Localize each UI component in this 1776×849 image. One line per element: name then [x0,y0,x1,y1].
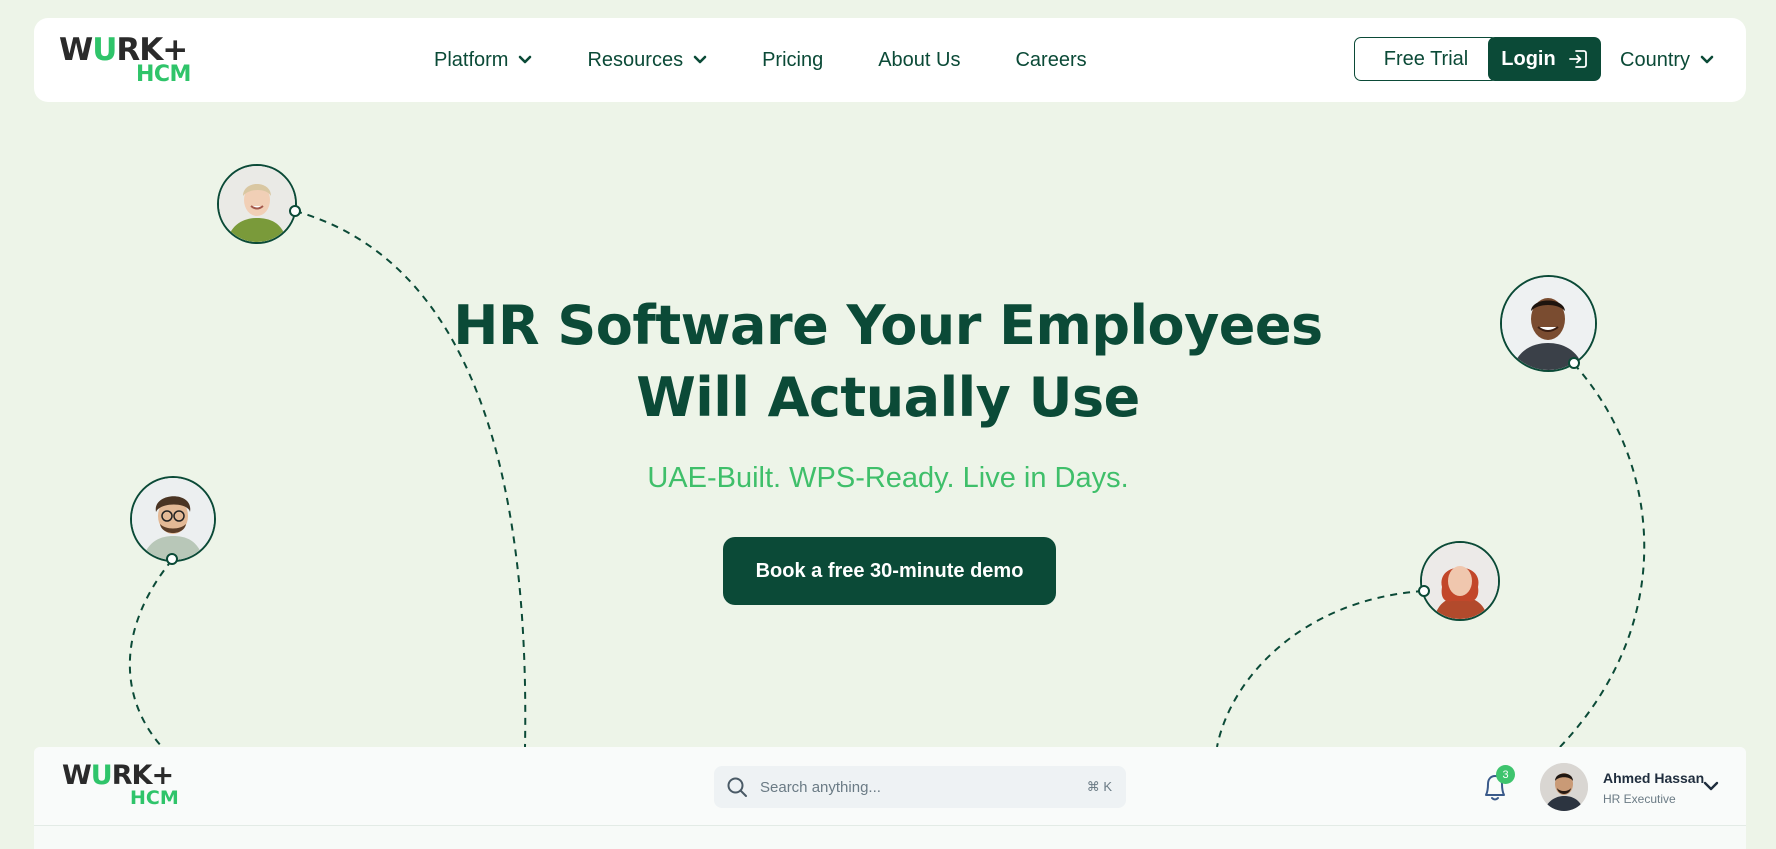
notification-count-badge: 3 [1496,765,1515,784]
book-demo-button[interactable]: Book a free 30-minute demo [723,537,1056,605]
user-avatar[interactable] [1540,763,1588,811]
connector-node [166,553,178,565]
app-preview-screenshot: WURK+ HCM Search anything... ⌘ K 3 Ahmed… [34,747,1746,849]
hero-subheadline: UAE-Built. WPS-Ready. Live in Days. [647,462,1129,494]
app-preview-topbar: WURK+ HCM Search anything... ⌘ K 3 Ahmed… [34,747,1746,826]
user-role: HR Executive [1603,792,1676,806]
workplus-hcm-logo: WURK+ HCM [62,760,179,809]
hero-headline: HR Software Your Employees Will Actually… [453,294,1323,429]
connector-node [289,205,301,217]
connector-node [1418,585,1430,597]
app-search-input[interactable]: Search anything... ⌘ K [714,766,1126,808]
avatar-woman-blonde [217,164,297,244]
search-icon [727,777,747,797]
chevron-down-icon[interactable] [1702,777,1720,795]
keyboard-shortcut-hint: ⌘ K [1086,779,1112,794]
avatar-woman-red-hair [1420,541,1500,621]
user-name: Ahmed Hassan [1603,770,1705,786]
